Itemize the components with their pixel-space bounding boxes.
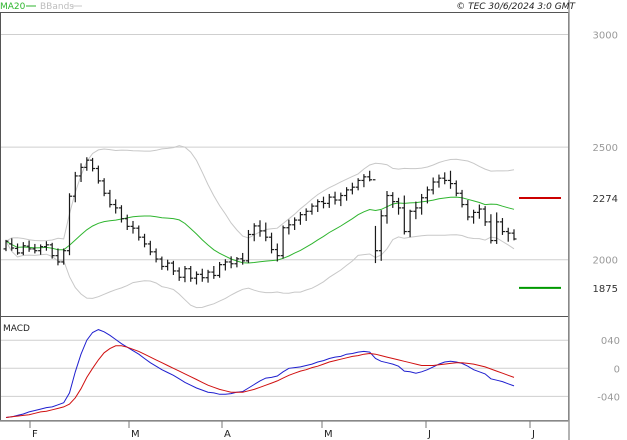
legend-bands: BBands [40, 2, 74, 12]
x-tick-label: J [427, 429, 431, 440]
macd-label: MACD [3, 324, 30, 334]
macd-y-tick-label: -040 [597, 392, 620, 403]
copyright-text: © TEC 30/6/2024 3:0 GMT [456, 2, 576, 12]
x-tick-label: M [131, 429, 140, 440]
resistance-level-label: 2274 [593, 194, 618, 205]
price-y-tick-label: 2500 [593, 143, 618, 154]
y-axis-ticks: 2000 2500 3000 040 0 -040 [593, 31, 620, 404]
x-tick-label: M [324, 429, 333, 440]
price-y-tick-label: 3000 [593, 31, 618, 42]
x-axis-ticks: FMAMJJ [29, 421, 535, 440]
macd-y-tick-label: 040 [601, 336, 620, 347]
support-level-label: 1875 [593, 284, 618, 295]
x-tick-label: J [531, 429, 535, 440]
price-y-tick-label: 2000 [593, 256, 618, 267]
x-tick-label: F [32, 429, 38, 440]
macd-y-tick-label: 0 [614, 364, 620, 375]
legend-ma: MA20 [0, 2, 26, 12]
stock-chart: 2274 1875 2000 2500 3000 040 0 -040 F M A M J J MA2… [0, 0, 620, 440]
x-tick-label: A [224, 429, 231, 440]
